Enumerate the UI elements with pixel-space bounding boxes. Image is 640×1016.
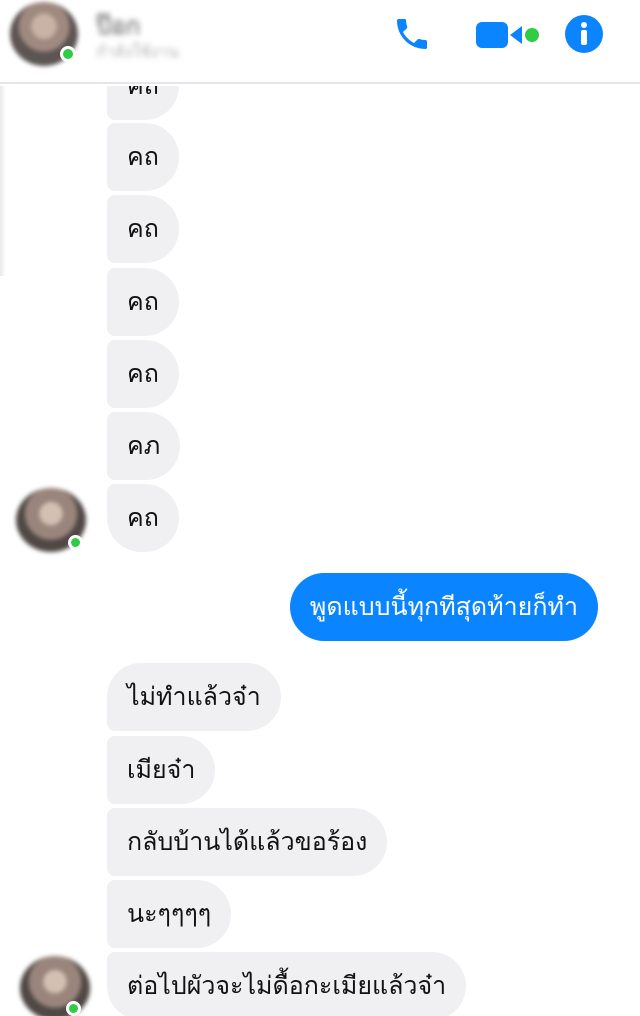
chat-header: ป๊อก กำลังใช้งาน: [0, 0, 640, 84]
message-thread[interactable]: คถ คถ คถ คถ คถ คภ คถ พูดแบบนี้ทุกทีสุดท้…: [0, 86, 640, 1016]
received-message-bubble[interactable]: กลับบ้านได้แล้วขอร้อง: [107, 808, 388, 876]
received-message-bubble[interactable]: คถ: [107, 484, 179, 552]
received-message-bubble[interactable]: คถ: [107, 123, 179, 191]
received-message-bubble[interactable]: คถ: [107, 268, 179, 336]
sent-message-bubble[interactable]: พูดแบบนี้ทุกทีสุดท้ายก็ทำ: [289, 573, 598, 641]
received-message-bubble[interactable]: คภ: [107, 412, 181, 480]
received-message-bubble[interactable]: คถ: [107, 86, 179, 120]
received-message-bubble[interactable]: ต่อไปผัวจะไม่ดื้อกะเมียแล้วจ๋า: [107, 952, 467, 1016]
info-icon[interactable]: [564, 14, 604, 54]
divider: [0, 86, 6, 276]
phone-icon[interactable]: [392, 14, 432, 54]
online-status-dot: [66, 1001, 81, 1016]
online-status-dot: [60, 46, 76, 62]
received-message-bubble[interactable]: นะๆๆๆๆ: [107, 880, 232, 948]
received-message-bubble[interactable]: คถ: [107, 195, 179, 263]
received-message-bubble[interactable]: ไม่ทำแล้วจ๋า: [107, 663, 281, 731]
received-message-bubble[interactable]: เมียจ๋า: [107, 736, 216, 804]
online-status-dot: [68, 535, 83, 550]
received-message-bubble[interactable]: คถ: [107, 340, 179, 408]
contact-active-status: กำลังใช้งาน: [96, 42, 179, 61]
video-call-icon[interactable]: [476, 20, 542, 50]
